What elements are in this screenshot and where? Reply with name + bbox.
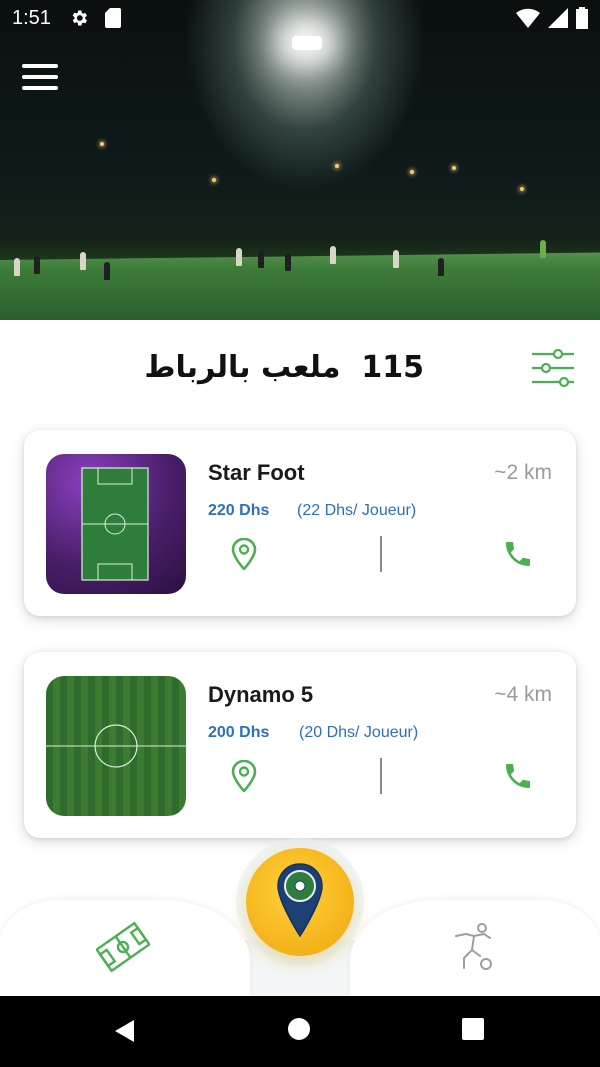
field-price: 220 Dhs <box>208 502 270 519</box>
wifi-icon <box>516 8 540 28</box>
distant-light <box>410 170 414 174</box>
field-name: Star Foot <box>208 460 305 485</box>
hamburger-menu-icon[interactable] <box>22 64 58 90</box>
tab-fields[interactable] <box>0 900 250 996</box>
player-figure <box>285 253 291 271</box>
status-time: 1:51 <box>12 6 51 29</box>
results-heading: 115 ملعب بالرباط <box>0 340 600 396</box>
tab-players[interactable] <box>350 900 600 996</box>
page-title: 115 ملعب بالرباط <box>144 350 424 385</box>
player-figure <box>330 246 336 264</box>
distant-light <box>100 142 104 146</box>
player-figure <box>236 248 242 266</box>
player-figure <box>258 250 264 268</box>
player-figure <box>540 240 546 258</box>
distant-light <box>452 166 456 170</box>
hero-banner <box>0 0 600 320</box>
status-bar: 1:51 <box>0 0 600 36</box>
signal-icon <box>548 8 568 28</box>
home-icon[interactable] <box>288 1018 310 1040</box>
battery-icon <box>576 7 588 29</box>
player-figure <box>80 252 86 270</box>
pitch-aerial-image <box>46 724 186 768</box>
field-distance: ~2 km <box>494 461 552 484</box>
sd-card-icon <box>104 8 121 28</box>
results-location: ملعب بالرباط <box>144 350 341 385</box>
gear-icon <box>72 10 87 26</box>
results-count: 115 <box>361 350 424 385</box>
map-fab-button[interactable] <box>246 848 354 956</box>
field-distance: ~4 km <box>494 683 552 706</box>
field-card[interactable]: Star Foot ~2 km 220 Dhs (22 Dhs/ Joueur) <box>24 430 576 616</box>
map-pin-icon[interactable] <box>230 538 258 570</box>
field-thumbnail <box>46 454 186 594</box>
price-per-player: (20 Dhs/ Joueur) <box>299 724 419 741</box>
player-figure <box>14 258 20 276</box>
field-name: Dynamo 5 <box>208 682 314 707</box>
football-field-icon <box>96 921 150 973</box>
field-price: 200 Dhs <box>208 724 270 741</box>
recent-apps-icon[interactable] <box>462 1018 484 1040</box>
system-navigation-bar <box>0 996 600 1067</box>
card-divider <box>380 536 382 572</box>
distant-light <box>520 187 524 191</box>
field-thumbnail <box>46 676 186 816</box>
field-card[interactable]: Dynamo 5 ~4 km 200 Dhs (20 Dhs/ Joueur) <box>24 652 576 838</box>
player-figure <box>438 258 444 276</box>
location-ball-icon <box>277 863 323 938</box>
hero-pitch <box>0 252 600 320</box>
player-figure <box>393 250 399 268</box>
phone-icon[interactable] <box>502 760 534 792</box>
distant-light <box>212 178 216 182</box>
card-divider <box>380 758 382 794</box>
sliders-filter-icon[interactable] <box>530 348 576 388</box>
phone-icon[interactable] <box>502 538 534 570</box>
distant-light <box>335 164 339 168</box>
floodlight <box>292 36 322 50</box>
player-figure <box>104 262 110 280</box>
price-per-player: (22 Dhs/ Joueur) <box>297 502 417 519</box>
map-pin-icon[interactable] <box>230 760 258 792</box>
pitch-aerial-image <box>81 467 149 581</box>
player-figure <box>34 256 40 274</box>
player-kicking-icon <box>455 923 492 970</box>
back-icon[interactable] <box>112 1018 138 1044</box>
